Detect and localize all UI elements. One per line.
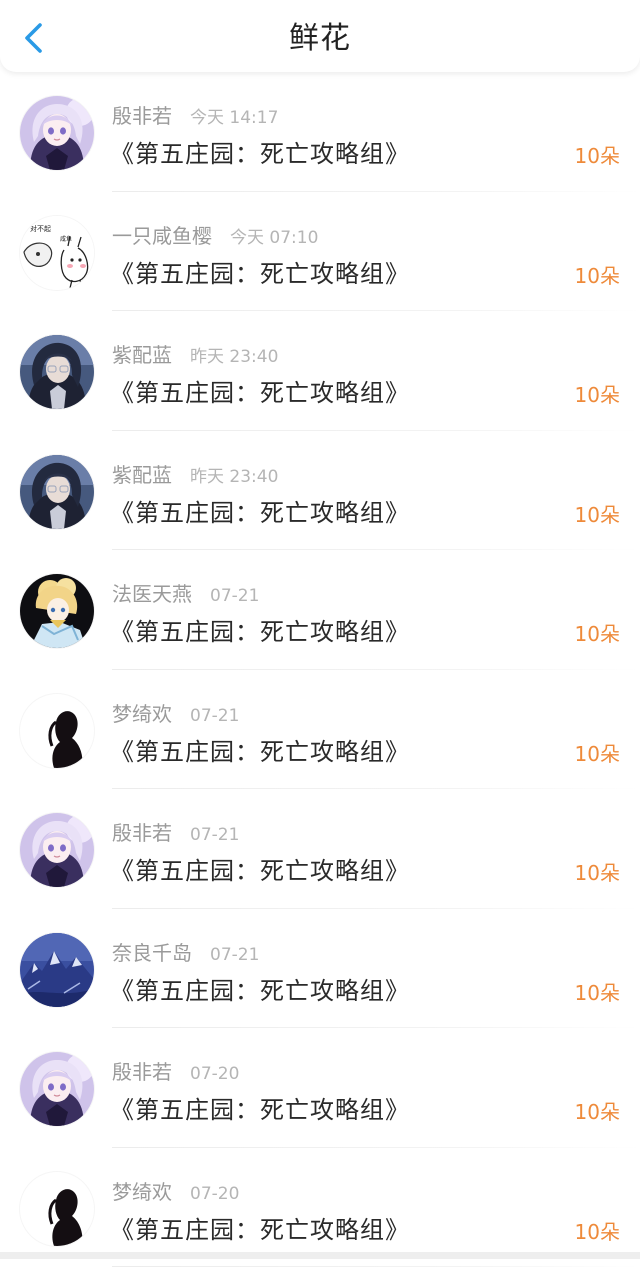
user-name[interactable]: 梦绮欢 [112, 698, 172, 727]
book-title: 《第五庄园：死亡攻略组》 [110, 134, 410, 169]
timestamp: 今天 07:10 [230, 223, 318, 248]
avatar[interactable] [20, 96, 94, 170]
timestamp: 07-21 [190, 706, 239, 726]
user-name[interactable]: 奈良千岛 [112, 937, 192, 966]
flower-gift-list: 殷非若今天 14:17《第五庄园：死亡攻略组》10朵 对不起 咸鱼 一只咸鱼樱今… [0, 72, 640, 1267]
list-item[interactable]: 梦绮欢 07-21 《第五庄园：死亡攻略组》 10朵 [0, 670, 640, 790]
avatar[interactable] [20, 1172, 94, 1246]
item-meta: 殷非若今天 14:17 [112, 100, 278, 128]
item-meta: 奈良千岛 07-21 [112, 937, 259, 965]
user-name[interactable]: 梦绮欢 [112, 1176, 172, 1205]
page-title: 鲜花 [0, 0, 640, 78]
list-item[interactable]: 紫配蓝昨天 23:40 《第五庄园：死亡攻略组》 10朵 [0, 431, 640, 551]
top-bar: 鲜花 [0, 0, 640, 72]
flower-count: 10朵 [575, 499, 620, 528]
book-title: 《第五庄园：死亡攻略组》 [110, 1210, 410, 1245]
user-name[interactable]: 法医天燕 [112, 578, 192, 607]
book-title: 《第五庄园：死亡攻略组》 [110, 732, 410, 767]
list-item[interactable]: 殷非若今天 14:17 《第五庄园：死亡攻略组》 10朵 [0, 72, 640, 192]
book-title: 《第五庄园：死亡攻略组》 [110, 851, 410, 886]
avatar[interactable] [20, 694, 94, 768]
flower-count: 10朵 [575, 1216, 620, 1245]
flower-count: 10朵 [575, 260, 620, 289]
flower-count: 10朵 [575, 977, 620, 1006]
timestamp: 07-20 [190, 1184, 239, 1204]
item-meta: 梦绮欢 07-21 [112, 698, 239, 726]
avatar[interactable] [20, 335, 94, 409]
avatar[interactable] [20, 574, 94, 648]
timestamp: 07-21 [210, 586, 259, 606]
list-item[interactable]: 梦绮欢 07-20 《第五庄园：死亡攻略组》 10朵 [0, 1148, 640, 1267]
book-title: 《第五庄园：死亡攻略组》 [110, 254, 410, 289]
user-name[interactable]: 殷非若 [112, 1056, 172, 1085]
list-item[interactable]: 对不起 咸鱼 一只咸鱼樱今天 07:10 《第五庄园：死亡攻略组》 10朵 [0, 192, 640, 312]
timestamp: 07-21 [210, 945, 259, 965]
list-item[interactable]: 紫配蓝昨天 23:40 《第五庄园：死亡攻略组》 10朵 [0, 311, 640, 431]
list-item[interactable]: 奈良千岛 07-21 《第五庄园：死亡攻略组》 10朵 [0, 909, 640, 1029]
flower-count: 10朵 [575, 140, 620, 169]
item-meta: 紫配蓝昨天 23:40 [112, 339, 278, 367]
item-meta: 殷非若 07-21 [112, 817, 239, 845]
book-title: 《第五庄园：死亡攻略组》 [110, 1090, 410, 1125]
timestamp: 昨天 23:40 [190, 462, 278, 487]
book-title: 《第五庄园：死亡攻略组》 [110, 612, 410, 647]
flower-count: 10朵 [575, 379, 620, 408]
timestamp: 07-20 [190, 1064, 239, 1084]
item-meta: 法医天燕 07-21 [112, 578, 259, 606]
user-name[interactable]: 紫配蓝 [112, 459, 172, 488]
user-name[interactable]: 殷非若 [112, 100, 172, 129]
timestamp: 昨天 23:40 [190, 342, 278, 367]
timestamp: 07-21 [190, 825, 239, 845]
flower-count: 10朵 [575, 738, 620, 767]
list-item[interactable]: 法医天燕 07-21 《第五庄园：死亡攻略组》 10朵 [0, 550, 640, 670]
list-item[interactable]: 殷非若 07-21 《第五庄园：死亡攻略组》 10朵 [0, 789, 640, 909]
item-meta: 梦绮欢 07-20 [112, 1176, 239, 1204]
flower-count: 10朵 [575, 1096, 620, 1125]
item-meta: 殷非若 07-20 [112, 1056, 239, 1084]
flower-count: 10朵 [575, 857, 620, 886]
book-title: 《第五庄园：死亡攻略组》 [110, 373, 410, 408]
avatar[interactable] [20, 813, 94, 887]
item-meta: 一只咸鱼樱今天 07:10 [112, 220, 318, 248]
user-name[interactable]: 殷非若 [112, 817, 172, 846]
book-title: 《第五庄园：死亡攻略组》 [110, 493, 410, 528]
timestamp: 今天 14:17 [190, 103, 278, 128]
avatar[interactable] [20, 1052, 94, 1126]
flower-count: 10朵 [575, 618, 620, 647]
avatar[interactable] [20, 455, 94, 529]
user-name[interactable]: 紫配蓝 [112, 339, 172, 368]
bottom-edge [0, 1252, 640, 1259]
avatar[interactable]: 对不起 咸鱼 [20, 216, 94, 290]
user-name[interactable]: 一只咸鱼樱 [112, 220, 212, 249]
list-item[interactable]: 殷非若 07-20 《第五庄园：死亡攻略组》 10朵 [0, 1028, 640, 1148]
svg-text:对不起: 对不起 [30, 224, 51, 233]
book-title: 《第五庄园：死亡攻略组》 [110, 971, 410, 1006]
item-meta: 紫配蓝昨天 23:40 [112, 459, 278, 487]
avatar[interactable] [20, 933, 94, 1007]
